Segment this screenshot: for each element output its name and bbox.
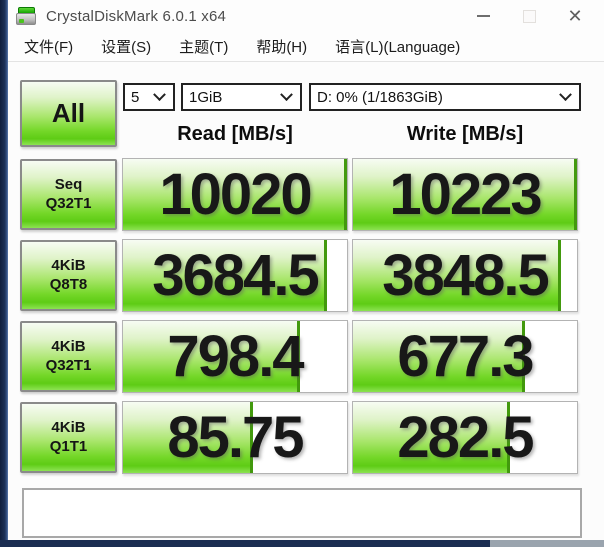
menu-settings[interactable]: 设置(S) bbox=[89, 32, 163, 61]
menu-language[interactable]: 语言(L)(Language) bbox=[323, 32, 472, 61]
4kib-q1t1-write-value: 282.5 bbox=[353, 402, 577, 473]
seq-q32t1-write-cell: 10223 bbox=[352, 158, 578, 231]
menu-bar: 文件(F) 设置(S) 主题(T) 帮助(H) 语言(L)(Language) bbox=[8, 32, 604, 62]
drive-select[interactable]: D: 0% (1/1863GiB) bbox=[309, 83, 581, 111]
4kib-q8t8-read-cell: 3684.5 bbox=[122, 239, 348, 312]
menu-theme[interactable]: 主题(T) bbox=[167, 32, 240, 61]
chevron-down-icon bbox=[153, 88, 166, 101]
4kib-q32t1-read-value: 798.4 bbox=[123, 321, 347, 392]
maximize-button[interactable] bbox=[506, 0, 552, 32]
minimize-icon bbox=[477, 15, 490, 17]
4kib-q32t1-write-cell: 677.3 bbox=[352, 320, 578, 393]
test-count-select[interactable]: 5 bbox=[123, 83, 175, 111]
menu-file[interactable]: 文件(F) bbox=[12, 32, 85, 61]
4kib-q1t1-button[interactable]: 4KiB Q1T1 bbox=[20, 402, 117, 473]
4kib-q1t1-read-value: 85.75 bbox=[123, 402, 347, 473]
close-icon: ✕ bbox=[567, 6, 582, 27]
minimize-button[interactable] bbox=[460, 0, 506, 32]
4kib-q8t8-write-cell: 3848.5 bbox=[352, 239, 578, 312]
4kib-q8t8-read-value: 3684.5 bbox=[123, 240, 347, 311]
close-button[interactable]: ✕ bbox=[552, 0, 598, 32]
drive-value: D: 0% (1/1863GiB) bbox=[317, 89, 443, 106]
title-bar[interactable]: CrystalDiskMark 6.0.1 x64 ✕ bbox=[8, 0, 604, 32]
4kib-q1t1-read-cell: 85.75 bbox=[122, 401, 348, 474]
4kib-q1t1-write-cell: 282.5 bbox=[352, 401, 578, 474]
window-title: CrystalDiskMark 6.0.1 x64 bbox=[46, 8, 226, 25]
4kib-q32t1-read-cell: 798.4 bbox=[122, 320, 348, 393]
test-size-select[interactable]: 1GiB bbox=[181, 83, 302, 111]
test-count-value: 5 bbox=[131, 89, 139, 106]
chevron-down-icon bbox=[559, 88, 572, 101]
app-window: CrystalDiskMark 6.0.1 x64 ✕ 文件(F) 设置(S) … bbox=[8, 0, 604, 540]
seq-q32t1-write-value: 10223 bbox=[353, 159, 577, 230]
app-disk-icon bbox=[16, 7, 37, 26]
chevron-down-icon bbox=[280, 88, 293, 101]
all-test-button[interactable]: All bbox=[20, 80, 117, 147]
seq-q32t1-read-value: 10020 bbox=[123, 159, 347, 230]
comment-input[interactable] bbox=[22, 488, 582, 538]
write-column-header: Write [MB/s] bbox=[352, 123, 578, 146]
window-frame-left-edge bbox=[0, 0, 8, 547]
seq-q32t1-button[interactable]: Seq Q32T1 bbox=[20, 159, 117, 230]
4kib-q8t8-button[interactable]: 4KiB Q8T8 bbox=[20, 240, 117, 311]
4kib-q32t1-button[interactable]: 4KiB Q32T1 bbox=[20, 321, 117, 392]
4kib-q8t8-write-value: 3848.5 bbox=[353, 240, 577, 311]
test-size-value: 1GiB bbox=[189, 89, 222, 106]
window-frame-bottom-edge bbox=[0, 540, 604, 547]
4kib-q32t1-write-value: 677.3 bbox=[353, 321, 577, 392]
seq-q32t1-read-cell: 10020 bbox=[122, 158, 348, 231]
desktop-background: CrystalDiskMark 6.0.1 x64 ✕ 文件(F) 设置(S) … bbox=[0, 0, 604, 547]
menu-help[interactable]: 帮助(H) bbox=[244, 32, 319, 61]
read-column-header: Read [MB/s] bbox=[122, 123, 348, 146]
maximize-icon bbox=[523, 10, 536, 23]
